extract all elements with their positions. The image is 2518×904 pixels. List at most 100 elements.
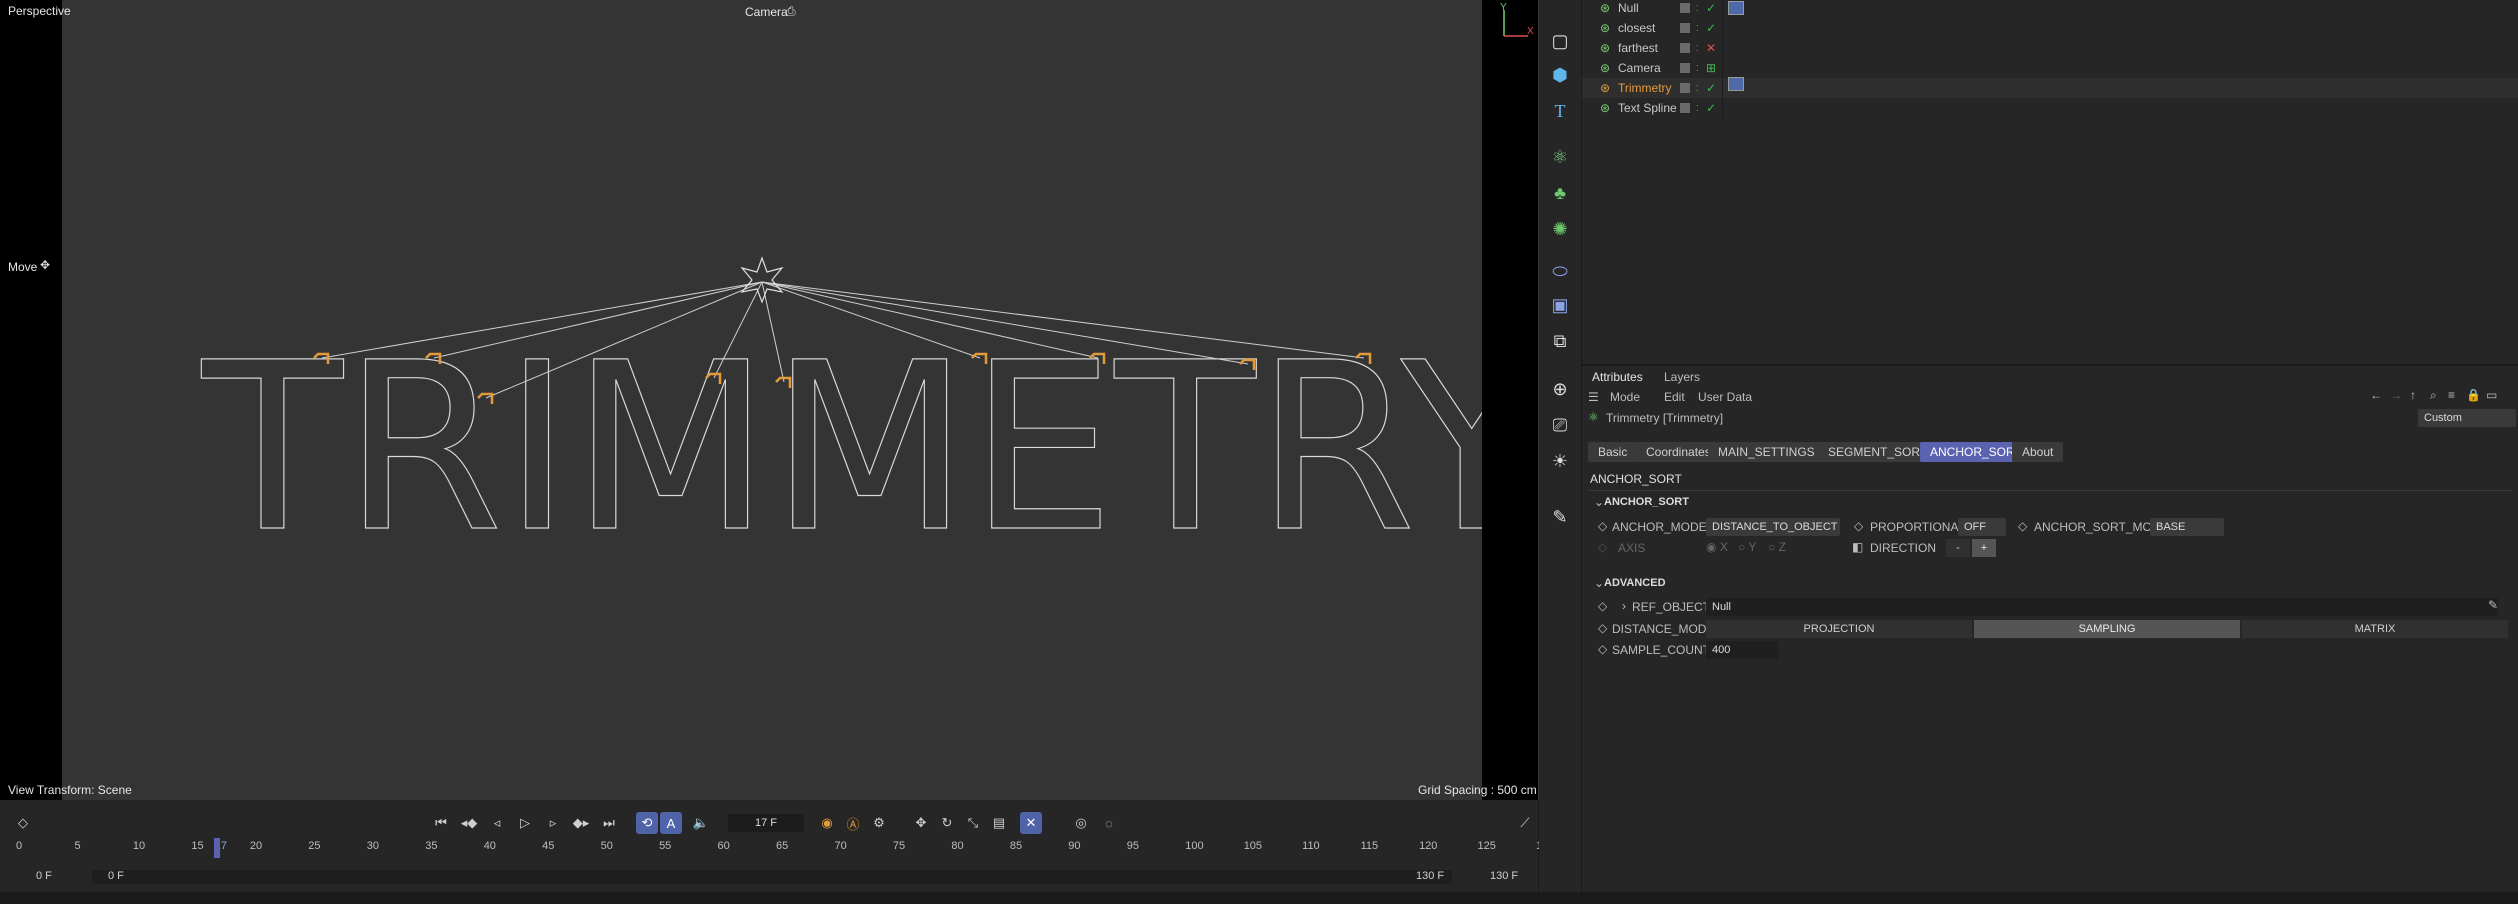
tag-icon[interactable] [1728,1,1744,15]
layer-swatch-icon[interactable] [1680,3,1690,13]
pick-object-icon[interactable]: ✎ [2488,598,2498,612]
visibility-dots-icon[interactable]: ⁚ [1696,64,1699,73]
range-end-field[interactable]: 130 F [1490,870,1518,882]
menu-user-data[interactable]: User Data [1698,390,1752,404]
chevron-down-icon[interactable]: ⌄ [1594,495,1604,509]
ref-object-field[interactable]: Null [1706,598,2498,616]
search-icon[interactable]: ⌕ [2430,388,2437,403]
dope-icon[interactable]: ◎ [1070,812,1092,834]
preset-dropdown[interactable]: Custom [2418,409,2516,427]
filter-icon[interactable]: ≡ [2448,388,2455,402]
keyframe-icon[interactable]: ◇ [1854,519,1863,533]
range-end-inner[interactable]: 130 F [1416,870,1444,882]
layer-swatch-icon[interactable] [1680,83,1690,93]
visibility-dots-icon[interactable]: ⁚ [1696,4,1699,13]
tab-layers[interactable]: Layers [1664,370,1700,384]
keyframe-settings-icon[interactable]: ⚙ [868,812,890,834]
chevron-down-icon[interactable]: ⌄ [1594,576,1604,590]
layer-swatch-icon[interactable] [1680,103,1690,113]
axis-x-radio[interactable]: ◉ X [1706,540,1728,554]
frame-playhead[interactable] [214,838,220,858]
cube-outline-icon[interactable]: ▢ [1545,26,1575,56]
keyframe-icon[interactable]: ◇ [1598,519,1607,533]
distance-mode-matrix[interactable]: MATRIX [2242,620,2508,638]
next-key-button[interactable]: ◆▸ [570,812,592,834]
enabled-check-icon[interactable]: ✓ [1706,21,1716,35]
direction-plus-button[interactable]: + [1972,539,1996,557]
environment-icon[interactable]: ⊕ [1545,374,1575,404]
proportional-dropdown[interactable]: OFF [1958,518,2006,536]
viewport[interactable]: TRIMMETRY Perspective Camera ⎙ Move ✥ Vi… [0,0,1539,800]
autokey-button[interactable]: Ⓐ [842,812,864,834]
previous-key-button[interactable]: ◂◆ [458,812,480,834]
disabled-cross-icon[interactable]: ✕ [1706,41,1716,55]
render-view-icon[interactable]: ⎚ [1545,410,1575,440]
timeline-ruler[interactable]: 0 5 10 15 17 20 25 30 35 40 45 50 55 60 65 70 75 80 85 90 95… [16,838,1554,858]
sample-count-field[interactable]: 400 [1706,641,1778,659]
object-name[interactable]: Null [1618,1,1639,15]
record-button[interactable]: ◉ [816,812,838,834]
timeline-expand-icon[interactable]: ⟋ [1514,812,1536,834]
up-arrow-icon[interactable]: ↑ [2410,388,2416,402]
visibility-dots-icon[interactable]: ⁚ [1696,44,1699,53]
tag-icon[interactable] [1728,77,1744,91]
lock-icon[interactable]: 🔒 [2466,388,2481,402]
keyframe-icon[interactable]: ◇ [1598,621,1607,635]
camera-label[interactable]: Camera [745,5,788,19]
distance-mode-projection[interactable]: PROJECTION [1706,620,1972,638]
range-start-inner[interactable]: 0 F [108,870,124,882]
visibility-dots-icon[interactable]: ⁚ [1696,24,1699,33]
scene-tool-icon[interactable]: ⧉ [1545,326,1575,356]
new-window-icon[interactable]: ▭ [2486,388,2497,402]
range-bar[interactable] [92,870,1452,884]
layer-swatch-icon[interactable] [1680,43,1690,53]
current-frame-field[interactable]: 17 F [728,814,804,832]
deformer-icon[interactable]: ⬭ [1545,256,1575,286]
object-name[interactable]: closest [1618,21,1655,35]
layer-swatch-icon[interactable] [1680,23,1690,33]
enabled-check-icon[interactable]: ✓ [1706,101,1716,115]
subtab-main-settings[interactable]: MAIN_SETTINGS [1708,442,1825,462]
play-button[interactable]: ▷ [514,812,536,834]
enabled-check-icon[interactable]: ✓ [1706,81,1716,95]
generator-icon[interactable]: ⚛ [1545,142,1575,172]
cube-icon[interactable]: ⬢ [1545,60,1575,90]
group-anchor-sort[interactable]: ANCHOR_SORT [1604,496,1689,508]
menu-edit[interactable]: Edit [1664,390,1685,404]
direction-minus-button[interactable]: - [1946,539,1970,557]
sculpt-icon[interactable]: ✎ [1545,502,1575,532]
object-name[interactable]: Camera [1618,61,1661,75]
visibility-dots-icon[interactable]: ⁚ [1696,84,1699,93]
keyframe-icon[interactable]: ◇ [1598,599,1607,613]
keyframe-icon[interactable]: ◇ [2018,519,2027,533]
layer-swatch-icon[interactable] [1680,63,1690,73]
range-start-field[interactable]: 0 F [36,870,52,882]
enabled-check-icon[interactable]: ✓ [1706,1,1716,15]
anchor-mode-dropdown[interactable]: DISTANCE_TO_OBJECT [1706,518,1840,536]
sound-icon[interactable]: 🔈 [690,812,712,834]
enabled-check-icon[interactable]: ⊞ [1706,61,1716,75]
group-advanced[interactable]: ADVANCED [1604,577,1666,589]
back-arrow-icon[interactable]: ← [2370,388,2382,402]
object-name[interactable]: Trimmetry [1618,81,1672,95]
fcurve-icon[interactable]: ◌ [1098,812,1120,834]
scale-key-icon[interactable]: ⤡ [962,812,984,834]
keyframe-icon[interactable]: ◇ [12,812,34,834]
pla-key-button[interactable]: ✕ [1020,812,1042,834]
move-key-icon[interactable]: ✥ [910,812,932,834]
axis-y-radio[interactable]: ○ Y [1738,540,1756,554]
viewport-mode-label[interactable]: Perspective [8,4,71,18]
loop-button[interactable]: ⟲ [636,812,658,834]
forward-arrow-icon[interactable]: → [2390,388,2402,402]
cloner-icon[interactable]: ♣ [1545,178,1575,208]
anchor-sort-mode-dropdown[interactable]: BASE [2150,518,2224,536]
param-key-icon[interactable]: ▤ [988,812,1010,834]
rotate-key-icon[interactable]: ↻ [936,812,958,834]
previous-frame-button[interactable]: ◃ [486,812,508,834]
keyframe-icon[interactable]: ◇ [1598,642,1607,656]
viewport-canvas[interactable]: TRIMMETRY [62,0,1482,800]
next-frame-button[interactable]: ▹ [542,812,564,834]
hamburger-icon[interactable]: ☰ [1588,390,1599,404]
text-icon[interactable]: T [1545,96,1575,126]
effector-icon[interactable]: ✺ [1545,214,1575,244]
